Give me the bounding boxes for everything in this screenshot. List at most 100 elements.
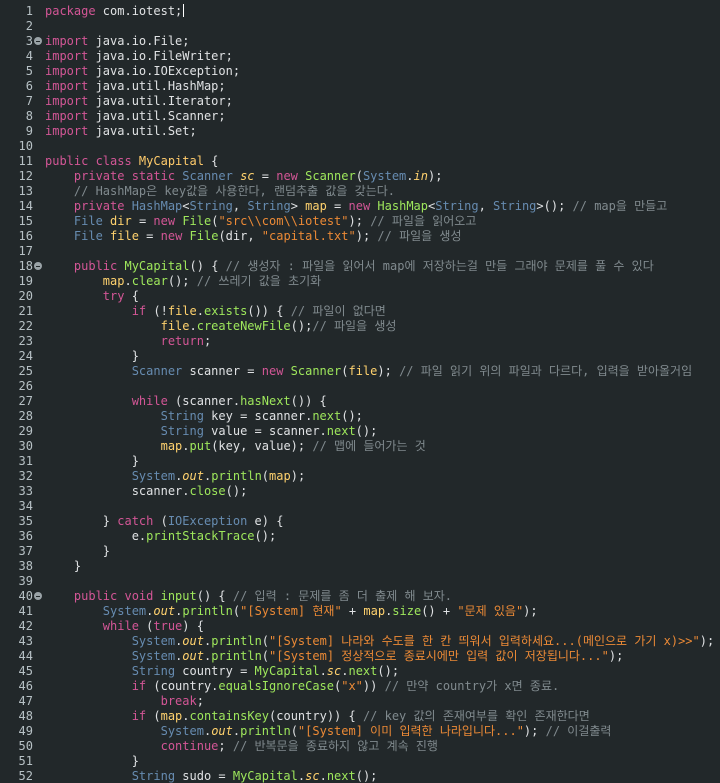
code-token: new <box>153 214 183 228</box>
code-token: private static <box>73 169 183 183</box>
code-token: (); <box>254 529 277 543</box>
code-line[interactable]: 52 String sudo = MyCapital.sc.next(); <box>0 769 720 783</box>
code-line[interactable]: 24 } <box>0 349 720 364</box>
code-line[interactable]: 7 import java.util.Iterator; <box>0 94 720 109</box>
code-line[interactable]: 38 } <box>0 559 720 574</box>
code-token: ; <box>203 334 212 348</box>
code-line[interactable]: 15 File dir = new File("src\\com\\iotest… <box>0 214 720 229</box>
code-line[interactable]: 51 } <box>0 754 720 769</box>
code-token: String <box>435 199 479 213</box>
code-token: (! <box>146 304 168 318</box>
code-line[interactable]: 49 System.out.println("[System] 이미 입력한 나… <box>0 724 720 739</box>
code-line[interactable]: 25 Scanner scanner = new Scanner(file); … <box>0 364 720 379</box>
code-line[interactable]: 9 import java.util.Set; <box>0 124 720 139</box>
code-line[interactable]: 5 import java.io.IOException; <box>0 64 720 79</box>
fold-collapse-icon[interactable] <box>34 592 42 600</box>
code-line[interactable]: 21 if (!file.exists()) { // 파일이 없다면 <box>0 304 720 319</box>
code-line[interactable]: 20 try { <box>0 289 720 304</box>
code-line[interactable]: 17 <box>0 244 720 259</box>
code-line[interactable]: 44 System.out.println("[System] 정상적으로 종료… <box>0 649 720 664</box>
code-token: , <box>232 199 248 213</box>
code-line[interactable]: 3 import java.io.File; <box>0 34 720 49</box>
code-token: () { <box>196 589 233 603</box>
code-line[interactable]: 40 public void input() { // 입력 : 문제를 좀 더… <box>0 589 720 604</box>
code-text: scanner.close(); <box>45 484 720 499</box>
code-token: public class <box>45 154 139 168</box>
code-line[interactable]: 48 if (map.containsKey(country)) { // ke… <box>0 709 720 724</box>
code-token: Scanner <box>290 364 342 378</box>
code-line[interactable]: 14 private HashMap<String, String> map =… <box>0 199 720 214</box>
code-line[interactable]: 46 if (country.equalsIgnoreCase("x")) //… <box>0 679 720 694</box>
code-token: (country)) { <box>269 709 363 723</box>
code-token: . <box>319 769 327 783</box>
code-line[interactable]: 29 String value = scanner.next(); <box>0 424 720 439</box>
code-token: ( <box>290 724 298 738</box>
code-token: "[System] 이미 입력한 나라입니다..." <box>297 724 524 738</box>
code-line[interactable]: 28 String key = scanner.next(); <box>0 409 720 424</box>
code-editor[interactable]: 1 package com.iotest; 2 3 import java.io.Fil… <box>0 0 720 783</box>
code-token: file <box>160 319 190 333</box>
code-line[interactable]: 34 <box>0 499 720 514</box>
code-line[interactable]: 47 break; <box>0 694 720 709</box>
code-token: () { <box>189 259 226 273</box>
code-text: System.out.println(map); <box>45 469 720 484</box>
code-line[interactable]: 36 e.printStackTrace(); <box>0 529 720 544</box>
code-token: "capital.txt" <box>261 229 356 243</box>
code-token: ); <box>290 469 306 483</box>
fold-collapse-icon[interactable] <box>34 37 42 45</box>
line-number: 18 <box>18 259 33 273</box>
code-line[interactable]: 37 } <box>0 544 720 559</box>
line-number: 36 <box>18 529 33 543</box>
code-line[interactable]: 10 <box>0 139 720 154</box>
line-number: 41 <box>18 604 33 618</box>
code-line[interactable]: 16 File file = new File(dir, "capital.tx… <box>0 229 720 244</box>
code-line[interactable]: 4 import java.io.FileWriter; <box>0 49 720 64</box>
code-line[interactable]: 19 map.clear(); // 쓰레기 값을 초기화 <box>0 274 720 289</box>
code-text: } <box>45 544 720 559</box>
fold-collapse-icon[interactable] <box>34 262 42 270</box>
code-line[interactable]: 45 String country = MyCapital.sc.next(); <box>0 664 720 679</box>
code-line[interactable]: 43 System.out.println("[System] 나라와 수도를 … <box>0 634 720 649</box>
code-text: map.clear(); // 쓰레기 값을 초기화 <box>45 274 720 289</box>
code-token: HashMap <box>377 199 428 213</box>
code-text: String value = scanner.next(); <box>45 424 720 439</box>
code-line[interactable]: 42 while (true) { <box>0 619 720 634</box>
code-line[interactable]: 31 } <box>0 454 720 469</box>
code-line[interactable]: 27 while (scanner.hasNext()) { <box>0 394 720 409</box>
code-line[interactable]: 30 map.put(key, value); // 맵에 들어가는 것 <box>0 439 720 454</box>
code-line[interactable]: 41 System.out.println("[System] 현재" + ma… <box>0 604 720 619</box>
code-token: import <box>45 49 89 63</box>
code-line[interactable]: 11 public class MyCapital { <box>0 154 720 169</box>
code-line[interactable]: 39 <box>0 574 720 589</box>
code-line[interactable]: 23 return; <box>0 334 720 349</box>
code-line[interactable]: 2 <box>0 19 720 34</box>
code-text: System.out.println("[System] 나라와 수도를 한 칸… <box>45 634 720 649</box>
code-token: java.util.HashMap; <box>88 79 226 93</box>
code-text: map.put(key, value); // 맵에 들어가는 것 <box>45 439 720 454</box>
code-token: next <box>348 664 378 678</box>
code-line[interactable]: 1 package com.iotest; <box>0 4 720 19</box>
code-line[interactable]: 8 import java.util.Scanner; <box>0 109 720 124</box>
code-line[interactable]: 13 // HashMap은 key값을 사용한다, 랜덤추출 값을 갖는다. <box>0 184 720 199</box>
code-text: File dir = new File("src\\com\\iotest");… <box>45 214 720 229</box>
code-line[interactable]: 33 scanner.close(); <box>0 484 720 499</box>
line-number: 11 <box>18 154 33 168</box>
line-number: 7 <box>25 94 33 108</box>
code-line[interactable]: 50 continue; // 반복문을 종료하지 않고 계속 진행 <box>0 739 720 754</box>
code-token: sc <box>305 769 320 783</box>
code-line[interactable]: 22 file.createNewFile();// 파일을 생성 <box>0 319 720 334</box>
code-line[interactable]: 35 } catch (IOException e) { <box>0 514 720 529</box>
line-number: 47 <box>18 694 33 708</box>
code-line[interactable]: 12 private static Scanner sc = new Scann… <box>0 169 720 184</box>
code-line[interactable]: 32 System.out.println(map); <box>0 469 720 484</box>
code-line[interactable]: 18 public MyCapital() { // 생성자 : 파일을 읽어서… <box>0 259 720 274</box>
code-token: ); <box>608 649 624 663</box>
code-token: (key, value); <box>211 439 313 453</box>
code-line[interactable]: 6 import java.util.HashMap; <box>0 79 720 94</box>
code-line[interactable]: 26 <box>0 379 720 394</box>
code-text: System.out.println("[System] 정상적으로 종료시에만… <box>45 649 720 664</box>
code-token: // 파일 읽기 위의 파일과 다르다, 입력을 받아올거임 <box>399 364 693 378</box>
